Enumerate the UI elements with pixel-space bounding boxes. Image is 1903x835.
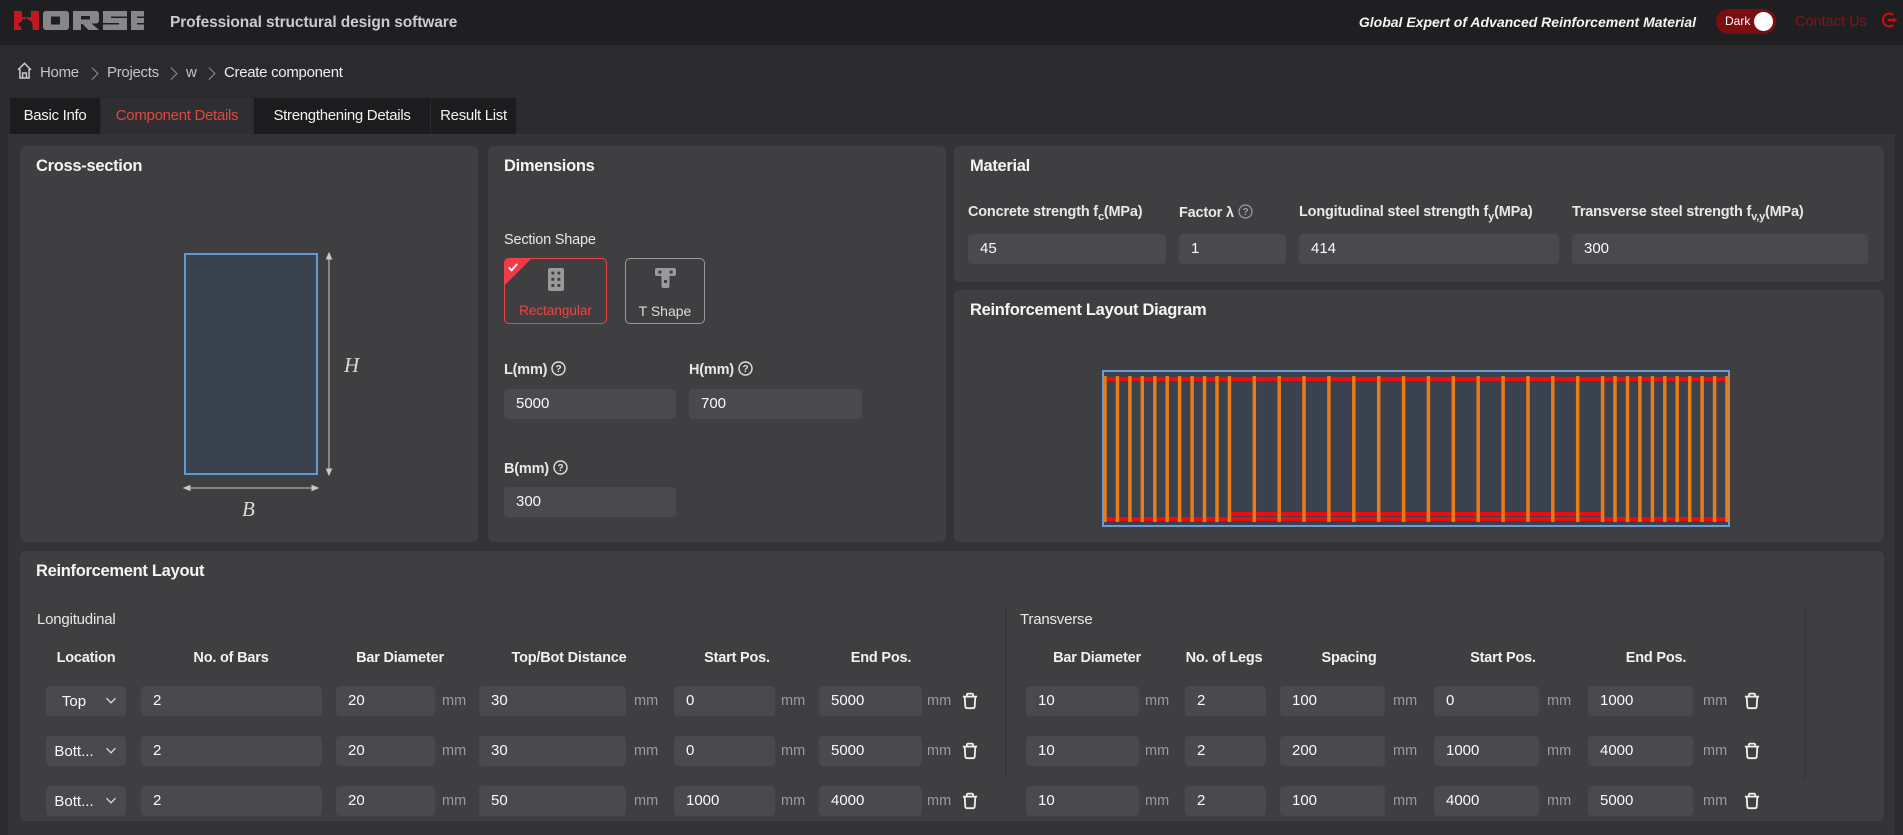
svg-text:?: ? [556,364,562,375]
svg-text:?: ? [557,463,563,474]
svg-text:B: B [242,497,255,521]
svg-text:?: ? [1242,207,1248,218]
svg-text:?: ? [742,364,748,375]
svg-text:H: H [343,353,361,377]
